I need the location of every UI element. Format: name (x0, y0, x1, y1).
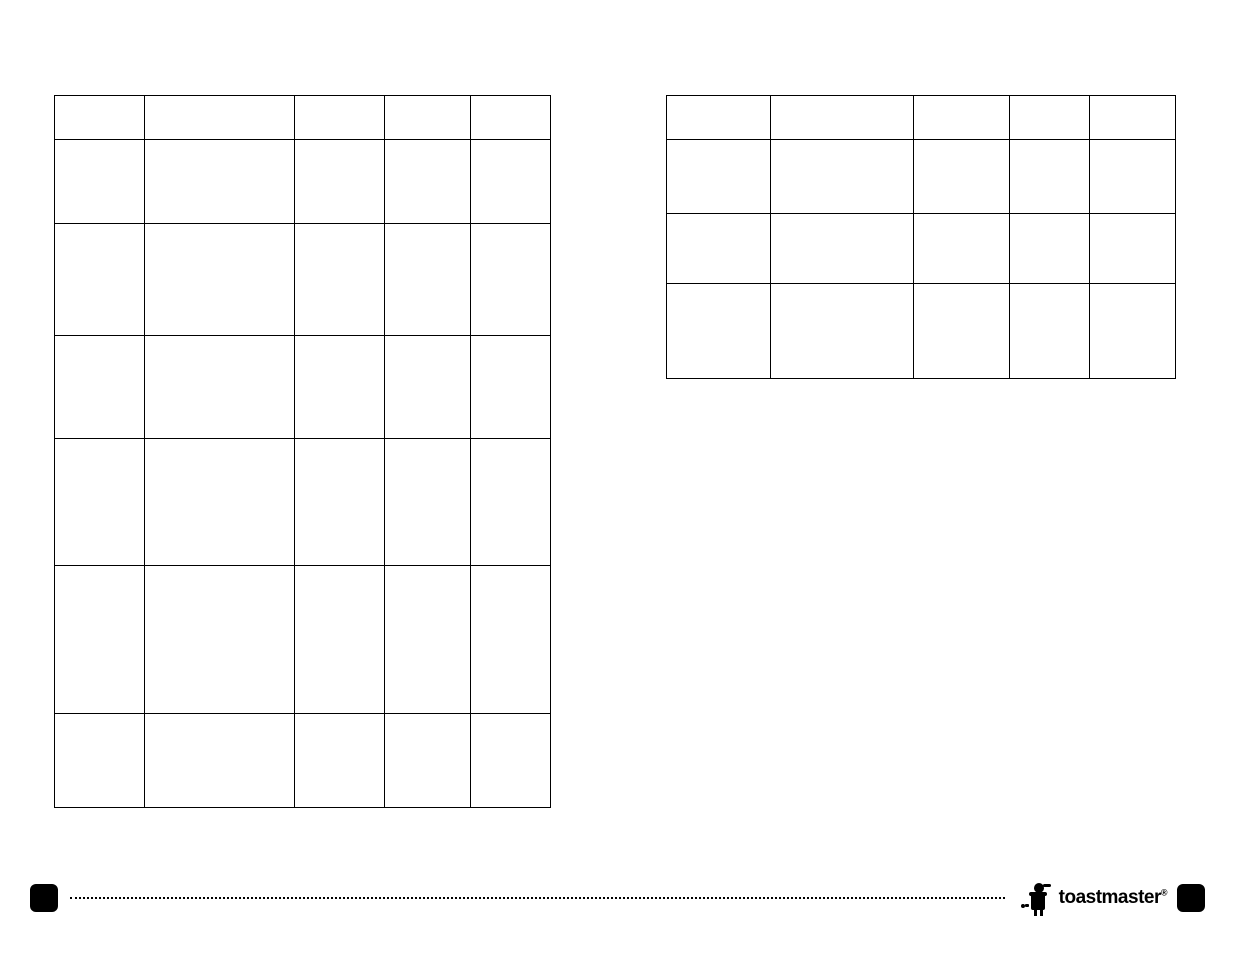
footer-dotted-line (70, 897, 1005, 899)
toastmaster-icon (1017, 878, 1057, 918)
table-row (55, 336, 551, 439)
table-row (55, 140, 551, 224)
table-row (667, 214, 1176, 284)
table-row (667, 96, 1176, 140)
table-row (55, 224, 551, 336)
footer: toastmaster® (30, 878, 1205, 918)
table-row (55, 714, 551, 808)
brand-name: toastmaster® (1059, 887, 1167, 909)
footer-left-marker (30, 884, 58, 912)
footer-right-marker (1177, 884, 1205, 912)
brand-logo: toastmaster® (1017, 878, 1167, 918)
table-row (667, 284, 1176, 379)
page: toastmaster® (0, 0, 1235, 954)
table-row (667, 140, 1176, 214)
table-row (55, 566, 551, 714)
right-table (666, 95, 1176, 379)
table-row (55, 96, 551, 140)
left-table (54, 95, 551, 808)
table-row (55, 439, 551, 566)
